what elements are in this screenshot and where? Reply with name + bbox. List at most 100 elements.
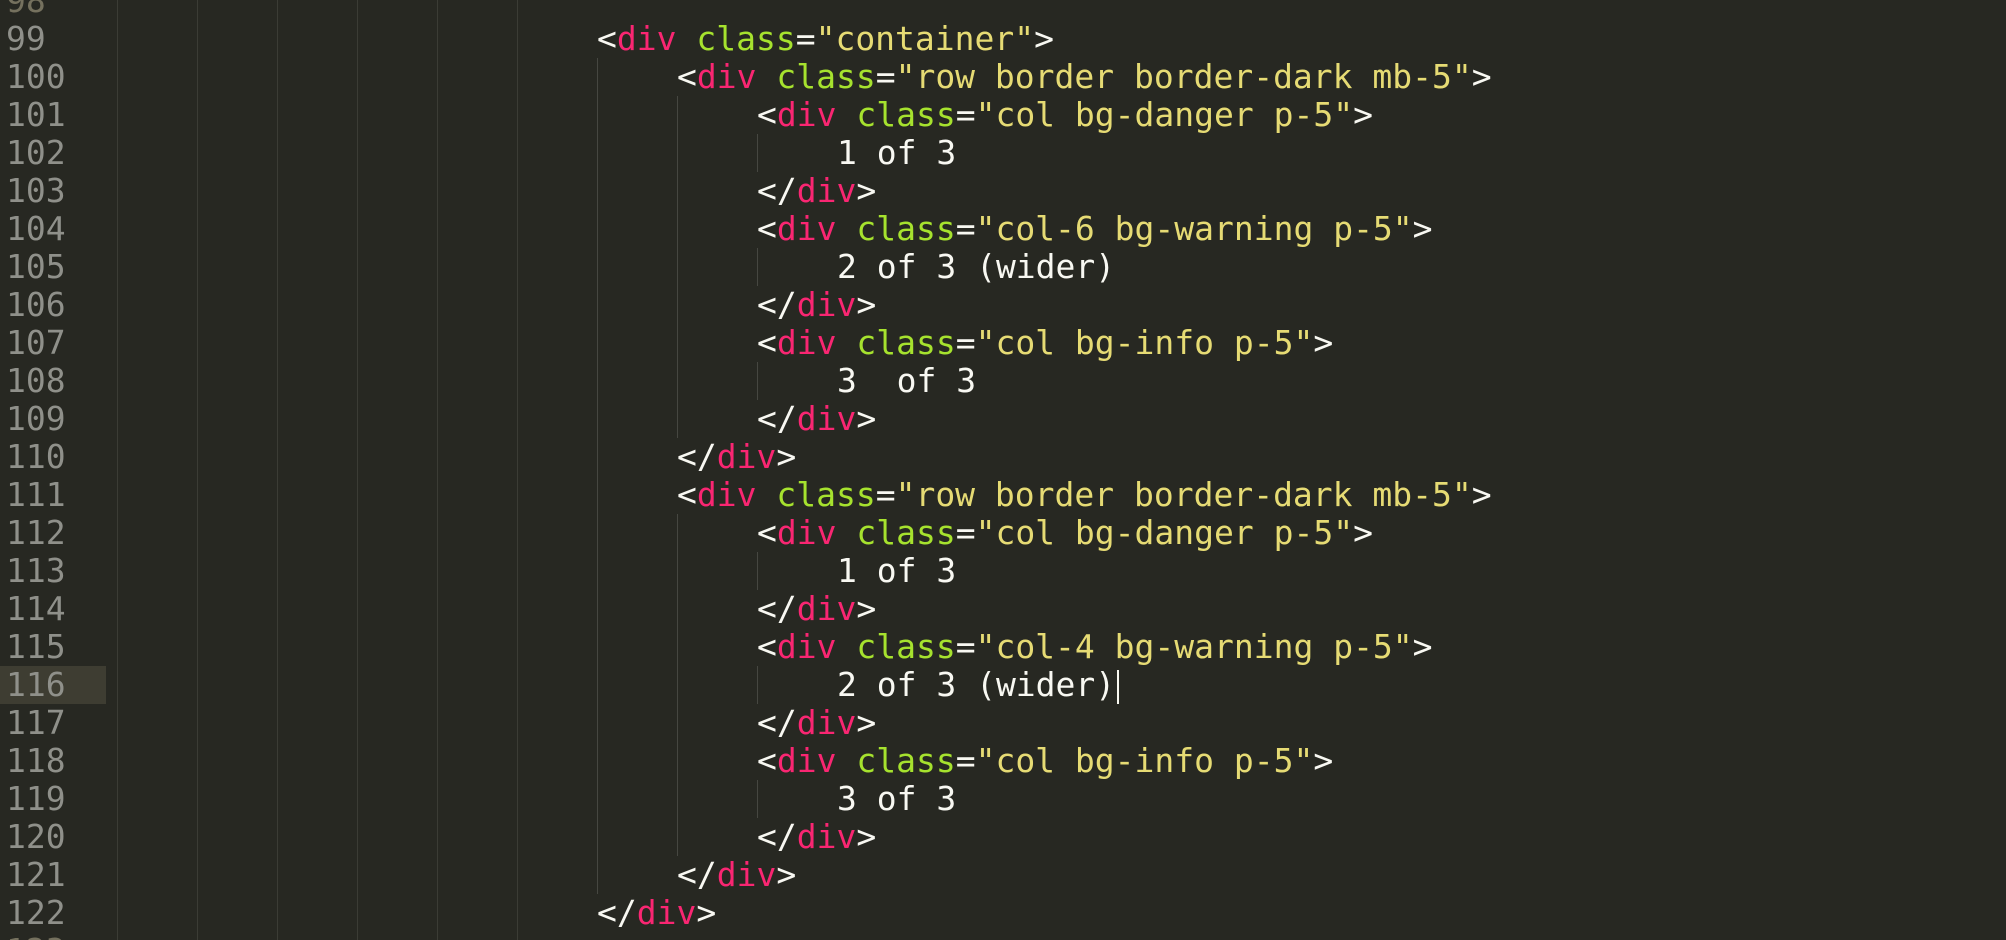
code-punctuation: > — [856, 285, 877, 324]
indent-guide — [597, 552, 598, 590]
code-line[interactable]: 118 <div class="col bg-info p-5"> — [0, 742, 2006, 780]
indent-guide — [677, 362, 678, 400]
tag-name: div — [796, 285, 857, 324]
code-line[interactable]: 123 — [0, 932, 2006, 940]
code-line[interactable]: 113 1 of 3 — [0, 552, 2006, 590]
code-line[interactable]: 117 </div> — [0, 704, 2006, 742]
code-punctuation — [836, 627, 856, 666]
code-line[interactable]: 105 2 of 3 (wider) — [0, 248, 2006, 286]
text-content: 2 of 3 (wider) — [837, 665, 1116, 704]
code-line[interactable]: 111 <div class="row border border-dark mb… — [0, 476, 2006, 514]
code-lines[interactable]: 98 99 <div class="container"> 100 <div class… — [0, 0, 2006, 940]
attribute-name: class — [856, 513, 956, 552]
code-content[interactable]: </div> — [757, 818, 876, 856]
attribute-value: "col-6 bg-warning p-5" — [975, 209, 1413, 248]
code-content[interactable]: <div class="col bg-info p-5"> — [757, 324, 1333, 362]
code-punctuation: </ — [677, 855, 717, 894]
indent-guide — [597, 286, 598, 324]
code-punctuation: < — [597, 19, 617, 58]
code-punctuation: </ — [677, 437, 717, 476]
code-content[interactable]: <div class="row border border-dark mb-5"… — [677, 476, 1492, 514]
code-line[interactable]: 119 3 of 3 — [0, 780, 2006, 818]
code-content[interactable]: 2 of 3 (wider) — [837, 248, 1115, 286]
code-punctuation: < — [677, 57, 697, 96]
indent-guide — [757, 552, 758, 590]
attribute-name: class — [856, 323, 956, 362]
code-content[interactable]: <div class="row border border-dark mb-5"… — [677, 58, 1492, 96]
line-number: 105 — [6, 247, 66, 286]
tag-name: div — [696, 475, 757, 514]
code-line[interactable]: 98 — [0, 0, 2006, 20]
code-punctuation — [756, 475, 776, 514]
indent-guide — [677, 286, 678, 324]
indent-guide — [597, 666, 598, 704]
code-line[interactable]: 107 <div class="col bg-info p-5"> — [0, 324, 2006, 362]
line-number: 104 — [6, 209, 66, 248]
code-punctuation: = — [875, 57, 896, 96]
indent-guide — [597, 134, 598, 172]
code-punctuation: < — [757, 323, 777, 362]
code-punctuation: </ — [757, 399, 797, 438]
code-line[interactable]: 109 </div> — [0, 400, 2006, 438]
line-number: 101 — [6, 95, 66, 134]
code-content[interactable]: </div> — [757, 172, 876, 210]
code-content[interactable]: </div> — [677, 856, 796, 894]
code-content[interactable]: 1 of 3 — [837, 134, 956, 172]
code-punctuation: = — [955, 323, 976, 362]
code-line[interactable]: 102 1 of 3 — [0, 134, 2006, 172]
code-punctuation: < — [757, 209, 777, 248]
code-line[interactable]: 100 <div class="row border border-dark mb… — [0, 58, 2006, 96]
line-number: 113 — [6, 551, 66, 590]
code-content[interactable]: </div> — [597, 894, 716, 932]
code-content[interactable]: 2 of 3 (wider) — [837, 665, 1120, 704]
code-content[interactable]: </div> — [757, 704, 876, 742]
code-content[interactable]: </div> — [757, 286, 876, 324]
tag-name: div — [776, 741, 837, 780]
code-content[interactable]: 3 of 3 — [837, 780, 956, 818]
code-line[interactable]: 101 <div class="col bg-danger p-5"> — [0, 96, 2006, 134]
code-content[interactable]: <div class="col bg-info p-5"> — [757, 742, 1333, 780]
code-punctuation: > — [1471, 475, 1492, 514]
code-line[interactable]: 108 3 of 3 — [0, 362, 2006, 400]
code-line[interactable]: 104 <div class="col-6 bg-warning p-5"> — [0, 210, 2006, 248]
code-content[interactable]: </div> — [757, 590, 876, 628]
code-line[interactable]: 110 </div> — [0, 438, 2006, 476]
code-line[interactable]: 106 </div> — [0, 286, 2006, 324]
code-punctuation: > — [1412, 209, 1433, 248]
text-content: 3 of 3 — [837, 361, 977, 400]
code-content[interactable]: 3 of 3 — [837, 362, 976, 400]
code-content[interactable]: <div class="col bg-danger p-5"> — [757, 514, 1373, 552]
indent-guide — [597, 210, 598, 248]
code-line[interactable]: 115 <div class="col-4 bg-warning p-5"> — [0, 628, 2006, 666]
code-line[interactable]: 99 <div class="container"> — [0, 20, 2006, 58]
code-content[interactable]: <div class="col-4 bg-warning p-5"> — [757, 628, 1433, 666]
code-content[interactable]: <div class="col bg-danger p-5"> — [757, 96, 1373, 134]
code-punctuation: = — [955, 513, 976, 552]
code-line[interactable]: 114 </div> — [0, 590, 2006, 628]
code-content[interactable]: </div> — [757, 400, 876, 438]
code-line[interactable]: 112 <div class="col bg-danger p-5"> — [0, 514, 2006, 552]
code-content[interactable]: 1 of 3 — [837, 552, 956, 590]
indent-guide — [677, 96, 678, 134]
code-punctuation — [836, 209, 856, 248]
indent-guide — [597, 324, 598, 362]
code-punctuation: > — [856, 817, 877, 856]
code-line[interactable]: 122 </div> — [0, 894, 2006, 932]
code-content[interactable]: </div> — [677, 438, 796, 476]
code-editor[interactable]: 98 99 <div class="container"> 100 <div class… — [0, 0, 2006, 940]
line-number: 112 — [6, 513, 66, 552]
code-line[interactable]: 103 </div> — [0, 172, 2006, 210]
code-content[interactable]: <div class="container"> — [597, 20, 1054, 58]
code-line[interactable]: 116 2 of 3 (wider) — [0, 666, 2006, 704]
indent-guide — [757, 134, 758, 172]
indent-guide — [677, 514, 678, 552]
attribute-name: class — [856, 209, 956, 248]
code-punctuation: > — [1353, 513, 1373, 552]
line-number: 122 — [6, 893, 66, 932]
line-number: 117 — [6, 703, 66, 742]
indent-guide — [597, 362, 598, 400]
code-content[interactable]: <div class="col-6 bg-warning p-5"> — [757, 210, 1433, 248]
code-line[interactable]: 120 </div> — [0, 818, 2006, 856]
line-number: 115 — [6, 627, 66, 666]
code-line[interactable]: 121 </div> — [0, 856, 2006, 894]
